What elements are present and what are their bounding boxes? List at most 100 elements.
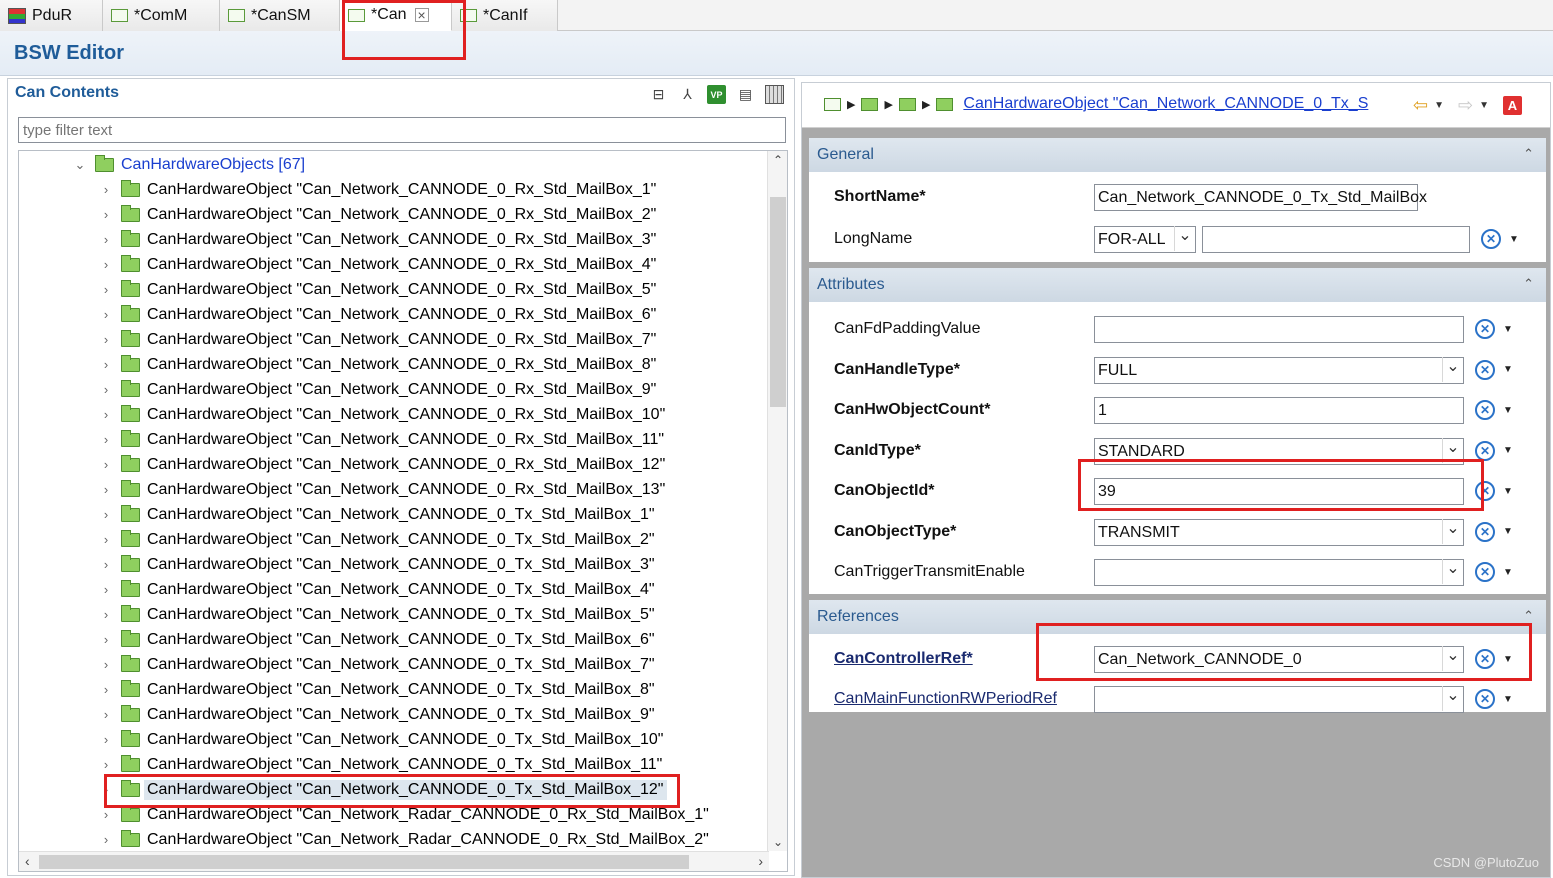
chevron-right-icon[interactable]: ▶ xyxy=(847,98,855,111)
tree-group-canhardwareobjects[interactable]: ⌄ CanHardwareObjects [67] xyxy=(73,152,305,177)
tree-item[interactable]: › CanHardwareObject "Can_Network_CANNODE_… xyxy=(99,252,656,277)
chevron-right-icon[interactable]: › xyxy=(99,757,113,772)
tree-item[interactable]: › CanHardwareObject "Can_Network_CANNODE_… xyxy=(99,277,656,302)
attribute-field[interactable]: TRANSMIT xyxy=(1094,518,1464,546)
chevron-down-icon[interactable]: ▼ xyxy=(1503,445,1513,456)
tree-item[interactable]: › CanHardwareObject "Can_Network_CANNODE_… xyxy=(99,527,655,552)
clear-value-icon[interactable]: ✕ xyxy=(1475,689,1495,709)
tab-comm[interactable]: *ComM xyxy=(103,0,220,31)
chevron-right-icon[interactable]: › xyxy=(99,557,113,572)
collapse-icon[interactable]: ⌃ xyxy=(1523,608,1534,624)
clear-value-icon[interactable]: ✕ xyxy=(1475,481,1495,501)
attribute-field[interactable]: 39 xyxy=(1094,478,1464,505)
tree-item[interactable]: › CanHardwareObject "Can_Network_CANNODE_… xyxy=(99,452,665,477)
chevron-down-icon[interactable]: ▼ xyxy=(1503,567,1513,578)
attribute-field[interactable]: STANDARD xyxy=(1094,437,1464,465)
attribute-field[interactable] xyxy=(1094,316,1464,343)
folder-icon[interactable] xyxy=(824,97,841,111)
scroll-right-icon[interactable]: › xyxy=(758,853,763,869)
tree-item[interactable]: › CanHardwareObject "Can_Network_CANNODE_… xyxy=(99,427,664,452)
longname-language-select[interactable]: FOR-ALL xyxy=(1094,226,1196,253)
tree-item[interactable]: › CanHardwareObject "Can_Network_CANNODE_… xyxy=(99,302,656,327)
chevron-down-icon[interactable]: ⌄ xyxy=(73,157,87,173)
chevron-right-icon[interactable]: › xyxy=(99,257,113,272)
filter-input[interactable] xyxy=(18,117,786,143)
tree-vertical-scrollbar[interactable]: ⌃ ⌄ xyxy=(767,151,787,851)
scroll-left-icon[interactable]: ‹ xyxy=(25,853,30,869)
clear-value-icon[interactable]: ✕ xyxy=(1475,359,1495,380)
tree-item[interactable]: › CanHardwareObject "Can_Network_CANNODE_… xyxy=(99,177,656,202)
chevron-down-icon[interactable]: ▼ xyxy=(1479,100,1489,111)
forward-arrow-icon[interactable]: ⇨ xyxy=(1458,95,1473,116)
chevron-right-icon[interactable]: › xyxy=(99,657,113,672)
chevron-right-icon[interactable]: › xyxy=(99,707,113,722)
tree-item[interactable]: › CanHardwareObject "Can_Network_CANNODE_… xyxy=(99,777,668,802)
chevron-down-icon[interactable]: ▼ xyxy=(1503,486,1513,497)
chevron-down-icon[interactable]: ▼ xyxy=(1503,405,1513,416)
chevron-down-icon[interactable]: ▼ xyxy=(1509,234,1519,245)
chevron-down-icon[interactable]: ▼ xyxy=(1434,100,1444,111)
tree-item[interactable]: › CanHardwareObject "Can_Network_CANNODE_… xyxy=(99,352,656,377)
chevron-right-icon[interactable]: › xyxy=(99,382,113,397)
tree-item[interactable]: › CanHardwareObject "Can_Network_CANNODE_… xyxy=(99,477,665,502)
grid-table-icon[interactable] xyxy=(765,85,784,104)
tree-item[interactable]: › CanHardwareObject "Can_Network_CANNODE_… xyxy=(99,677,655,702)
chevron-down-icon[interactable]: ▼ xyxy=(1503,654,1513,665)
reference-select[interactable]: Can_Network_CANNODE_0 xyxy=(1094,646,1464,673)
tree-item[interactable]: › CanHardwareObject "Can_Network_CANNODE_… xyxy=(99,702,655,727)
tree-item[interactable]: › CanHardwareObject "Can_Network_Radar_CA… xyxy=(99,802,709,827)
autosar-a-icon[interactable]: A xyxy=(1503,96,1522,115)
chevron-right-icon[interactable]: › xyxy=(99,232,113,247)
section-header[interactable]: Attributes ⌃ xyxy=(809,268,1546,302)
hierarchy-icon[interactable]: ⅄ xyxy=(678,85,697,104)
tree-item[interactable]: › CanHardwareObject "Can_Network_CANNODE_… xyxy=(99,552,655,577)
clear-value-icon[interactable]: ✕ xyxy=(1481,229,1501,249)
tree-item[interactable]: › CanHardwareObject "Can_Network_CANNODE_… xyxy=(99,502,655,527)
section-header[interactable]: References ⌃ xyxy=(809,600,1546,634)
clear-value-icon[interactable]: ✕ xyxy=(1475,521,1495,542)
chevron-right-icon[interactable]: › xyxy=(99,582,113,597)
scroll-thumb[interactable] xyxy=(770,197,786,407)
collapse-icon[interactable]: ⌃ xyxy=(1523,276,1534,292)
tree-item[interactable]: › CanHardwareObject "Can_Network_CANNODE_… xyxy=(99,327,656,352)
chevron-right-icon[interactable]: › xyxy=(99,532,113,547)
tab-cansm[interactable]: *CanSM xyxy=(220,0,340,31)
chevron-right-icon[interactable]: › xyxy=(99,832,113,847)
chevron-right-icon[interactable]: ▶ xyxy=(922,98,930,111)
scroll-thumb[interactable] xyxy=(39,855,689,869)
tab-pdur[interactable]: PduR xyxy=(0,0,103,31)
tree-item[interactable]: › CanHardwareObject "Can_Network_Radar_CA… xyxy=(99,827,709,852)
chevron-right-icon[interactable]: › xyxy=(99,507,113,522)
longname-field[interactable] xyxy=(1202,226,1470,253)
tree-item[interactable]: › CanHardwareObject "Can_Network_CANNODE_… xyxy=(99,652,655,677)
tree-item[interactable]: › CanHardwareObject "Can_Network_CANNODE_… xyxy=(99,602,655,627)
chevron-right-icon[interactable]: › xyxy=(99,407,113,422)
vp-res-icon[interactable]: VP xyxy=(707,85,726,104)
breadcrumb-current-link[interactable]: CanHardwareObject "Can_Network_CANNODE_0… xyxy=(963,95,1368,113)
chevron-right-icon[interactable]: › xyxy=(99,457,113,472)
close-icon[interactable]: × xyxy=(414,8,429,22)
chevron-right-icon[interactable]: › xyxy=(99,357,113,372)
section-header[interactable]: General ⌃ xyxy=(809,138,1546,172)
chevron-right-icon[interactable]: › xyxy=(99,207,113,222)
tree-item[interactable]: › CanHardwareObject "Can_Network_CANNODE_… xyxy=(99,402,665,427)
chevron-right-icon[interactable]: › xyxy=(99,182,113,197)
chevron-right-icon[interactable]: › xyxy=(99,482,113,497)
chevron-right-icon[interactable]: › xyxy=(99,282,113,297)
tree-item[interactable]: › CanHardwareObject "Can_Network_CANNODE_… xyxy=(99,752,662,777)
tree-item[interactable]: › CanHardwareObject "Can_Network_CANNODE_… xyxy=(99,227,656,252)
collapse-icon[interactable]: ⌃ xyxy=(1523,146,1534,162)
chevron-right-icon[interactable]: ▶ xyxy=(884,98,892,111)
clear-value-icon[interactable]: ✕ xyxy=(1475,400,1495,420)
reference-select[interactable] xyxy=(1094,686,1464,713)
back-arrow-icon[interactable]: ⇦ xyxy=(1413,95,1428,116)
tree-item[interactable]: › CanHardwareObject "Can_Network_CANNODE_… xyxy=(99,202,656,227)
chevron-right-icon[interactable]: › xyxy=(99,607,113,622)
scroll-up-icon[interactable]: ⌃ xyxy=(768,153,787,167)
chevron-down-icon[interactable]: ▼ xyxy=(1503,694,1513,705)
reference-label-link[interactable]: CanMainFunctionRWPeriodRef xyxy=(834,690,1057,708)
tab-canif[interactable]: *CanIf xyxy=(452,0,558,31)
tree-item[interactable]: › CanHardwareObject "Can_Network_CANNODE_… xyxy=(99,377,656,402)
chevron-right-icon[interactable]: › xyxy=(99,432,113,447)
chevron-down-icon[interactable]: ▼ xyxy=(1503,526,1513,537)
